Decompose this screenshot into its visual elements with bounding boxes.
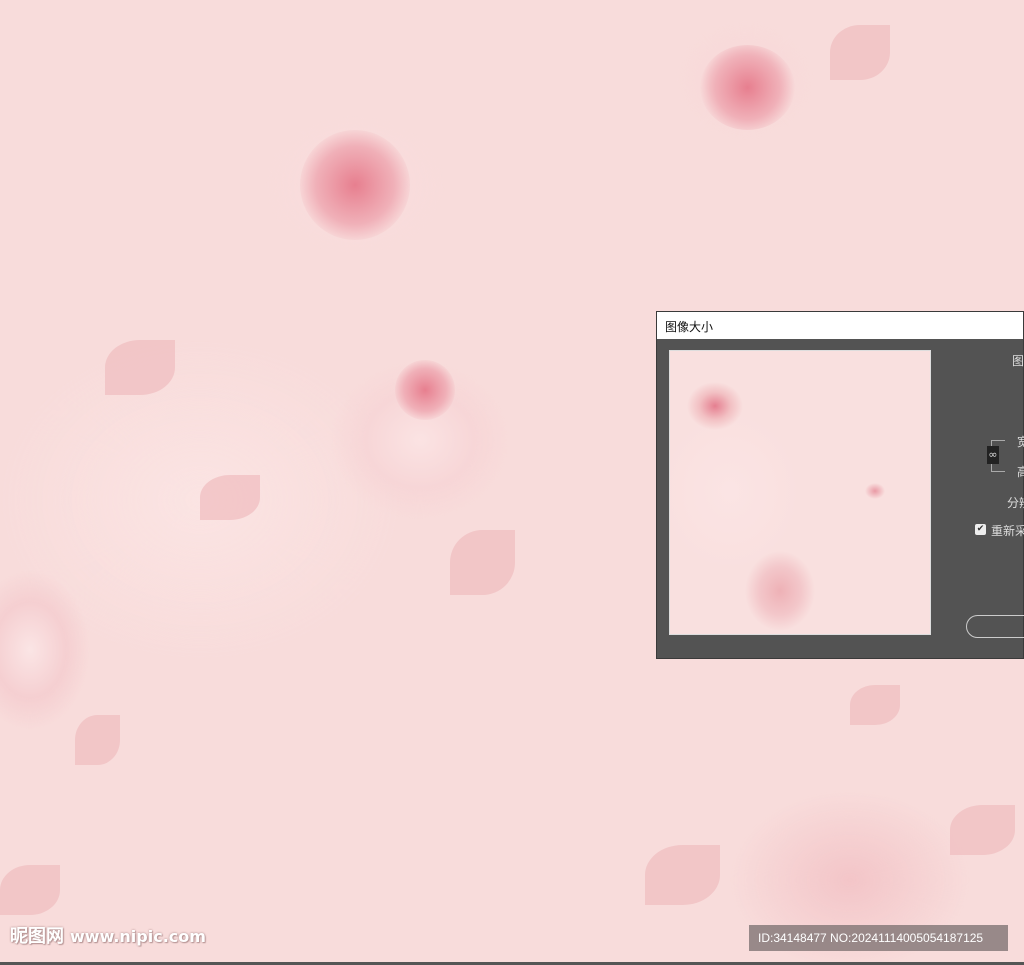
height-label: 高 <box>1017 465 1024 479</box>
rose <box>700 45 795 130</box>
rose <box>395 360 455 420</box>
watermark-url: www.nipic.com <box>70 927 206 946</box>
image-size-label: 图 <box>1012 354 1024 368</box>
leaf <box>105 340 175 395</box>
leaf <box>830 25 890 80</box>
leaf <box>645 845 720 905</box>
leaf <box>200 475 260 520</box>
resample-checkbox[interactable]: ✔ <box>975 524 986 535</box>
nipic-watermark: 昵图网 www.nipic.com <box>10 922 206 948</box>
leaf <box>950 805 1015 855</box>
image-size-dialog: 图像大小 图 宽 高 ∞ 分辨 ✔ 重新采 <box>656 311 1024 659</box>
leaf <box>450 530 515 595</box>
image-id-label: ID:34148477 NO:20241114005054187125 <box>749 925 1008 951</box>
chain-link-icon[interactable]: ∞ <box>987 446 999 464</box>
dialog-titlebar[interactable]: 图像大小 <box>657 312 1023 339</box>
ok-button[interactable] <box>966 615 1024 638</box>
leaf <box>75 715 120 765</box>
width-label: 宽 <box>1017 435 1024 449</box>
leaf <box>0 865 60 915</box>
resolution-label: 分辨 <box>1007 496 1024 510</box>
leaf <box>850 685 900 725</box>
image-preview[interactable] <box>669 350 931 635</box>
dialog-title: 图像大小 <box>665 320 714 334</box>
resample-label: 重新采 <box>991 524 1024 538</box>
watermark-logo: 昵图网 <box>10 926 64 947</box>
rose <box>300 130 410 240</box>
